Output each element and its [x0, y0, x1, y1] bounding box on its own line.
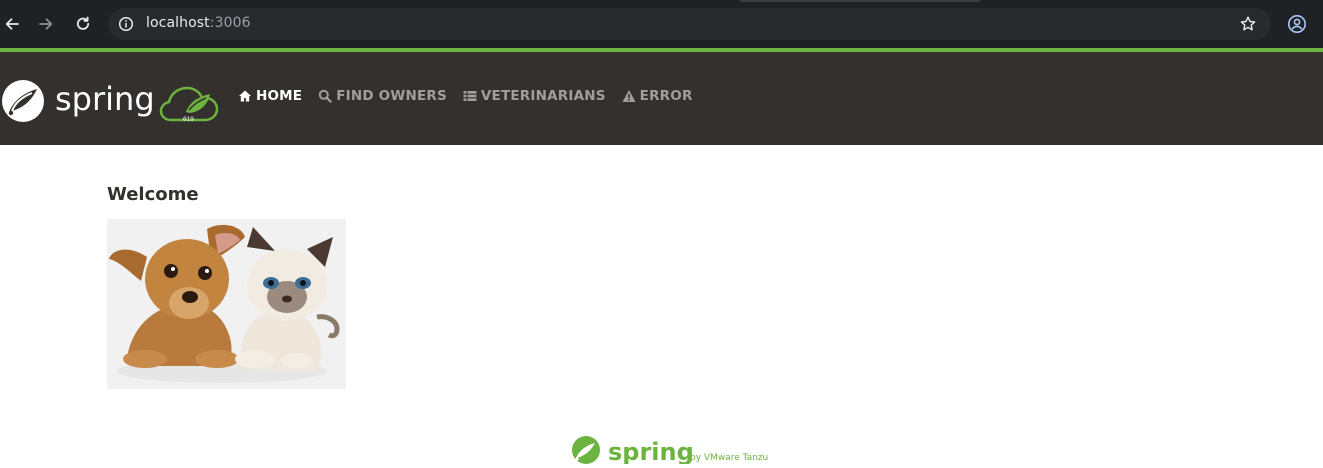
tab-strip-edge: [740, 0, 980, 2]
footer-logo-text: spring: [608, 438, 694, 464]
bookmark-star-icon[interactable]: [1239, 15, 1257, 33]
nav-find-owners-label: FIND OWNERS: [336, 88, 447, 104]
spring-logo[interactable]: spring 019: [0, 76, 232, 126]
warning-icon: [622, 89, 636, 103]
home-icon: [238, 89, 252, 103]
search-icon: [318, 89, 332, 103]
url-host: localhost: [146, 15, 210, 31]
url-port: :3006: [209, 15, 251, 31]
site-info-icon[interactable]: [118, 16, 134, 32]
nav-home[interactable]: HOME: [238, 88, 302, 104]
page-title: Welcome: [107, 184, 199, 205]
app-navbar: spring 019 HOME FIND OWNERS VETERINARIAN…: [0, 52, 1323, 145]
reload-icon[interactable]: [71, 12, 95, 36]
profile-icon[interactable]: [1287, 14, 1307, 34]
nav-home-label: HOME: [256, 88, 303, 104]
nav-error[interactable]: ERROR: [622, 88, 693, 104]
nav-find-owners[interactable]: FIND OWNERS: [318, 88, 447, 104]
back-arrow-icon[interactable]: [0, 12, 24, 36]
forward-arrow-icon[interactable]: [34, 12, 58, 36]
address-bar[interactable]: localhost:3006: [108, 8, 1271, 40]
nav-veterinarians-label: VETERINARIANS: [480, 88, 606, 104]
main-nav: HOME FIND OWNERS VETERINARIANS ERROR: [238, 88, 709, 104]
url-text[interactable]: localhost:3006: [146, 15, 251, 31]
browser-toolbar: localhost:3006: [0, 0, 1323, 48]
pets-image: [107, 219, 346, 389]
list-icon: [463, 89, 477, 103]
brand-text: spring: [55, 80, 155, 118]
nav-veterinarians[interactable]: VETERINARIANS: [463, 88, 606, 104]
brand-badge-text: 019: [183, 116, 194, 123]
nav-error-label: ERROR: [639, 88, 693, 104]
footer-logo-suffix: by VMware Tanzu: [690, 453, 768, 463]
